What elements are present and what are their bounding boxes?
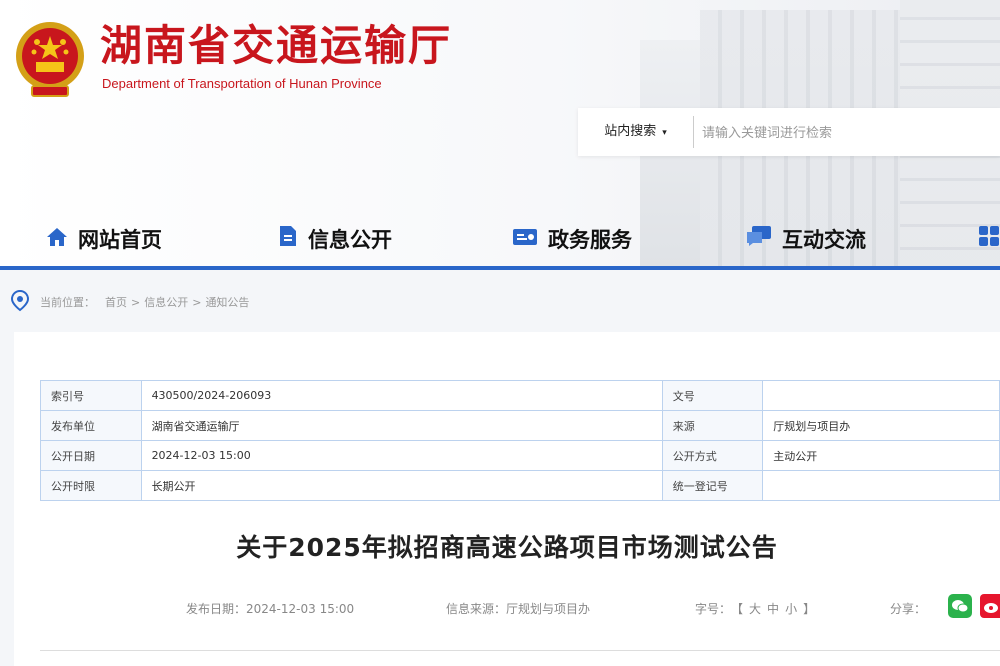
service-icon (512, 214, 538, 266)
table-row: 公开时限 长期公开 统一登记号 (40, 470, 1000, 501)
font-size-control: 字号： 【大中小】 (692, 600, 818, 617)
search-input[interactable] (700, 117, 994, 149)
nav-item-home[interactable]: 网站首页 (46, 212, 162, 268)
meta-value (762, 380, 1000, 411)
chat-icon (746, 214, 772, 266)
nav-item-info[interactable]: 信息公开 (278, 212, 392, 268)
chevron-down-icon: ▾ (662, 128, 667, 138)
wechat-share-icon[interactable] (948, 594, 972, 618)
table-row: 发布单位 湖南省交通运输厅 来源 厅规划与项目办 (40, 410, 1000, 441)
font-medium-button[interactable]: 中 (767, 602, 779, 616)
breadcrumb-separator: > (131, 295, 141, 309)
site-header: 湖南省交通运输厅 Department of Transportation of… (0, 0, 1000, 270)
publish-date-value: 2024-12-03 15:00 (246, 602, 355, 616)
table-row: 索引号 430500/2024-206093 文号 (40, 380, 1000, 411)
nav-item-more[interactable] (978, 212, 1000, 268)
main-nav: 网站首页 信息公开 政务服务 互动交流 (0, 212, 1000, 268)
font-large-button[interactable]: 大 (749, 602, 761, 616)
content-divider (40, 650, 1000, 651)
meta-key: 公开日期 (40, 440, 142, 471)
grid-icon (978, 214, 1000, 266)
nav-item-label: 信息公开 (308, 228, 392, 252)
meta-key: 公开时限 (40, 470, 142, 501)
search-scope-label: 站内搜索 (604, 124, 657, 139)
nav-item-service[interactable]: 政务服务 (512, 212, 632, 268)
national-emblem-icon[interactable] (12, 20, 88, 100)
nav-accent-bar (0, 266, 1000, 270)
meta-value: 长期公开 (140, 470, 663, 501)
meta-key: 来源 (661, 410, 764, 441)
breadcrumb-info[interactable]: 信息公开 (144, 294, 188, 310)
meta-value (762, 470, 1000, 501)
breadcrumb: 当前位置： 首页 > 信息公开 > 通知公告 (10, 288, 249, 316)
meta-table: 索引号 430500/2024-206093 文号 发布单位 湖南省交通运输厅 … (40, 380, 1000, 501)
meta-value: 湖南省交通运输厅 (140, 410, 663, 441)
site-title[interactable]: 湖南省交通运输厅 (100, 22, 452, 70)
search-scope-select[interactable]: 站内搜索 ▾ (578, 108, 693, 156)
nav-item-label: 互动交流 (782, 228, 866, 252)
publish-date: 发布日期：2024-12-03 15:00 (186, 600, 354, 617)
publish-date-label: 发布日期： (186, 602, 247, 616)
meta-value: 2024-12-03 15:00 (140, 440, 663, 471)
document-icon (278, 214, 298, 266)
breadcrumb-home[interactable]: 首页 (105, 294, 127, 310)
meta-key: 发布单位 (40, 410, 142, 441)
nav-item-label: 政务服务 (548, 228, 632, 252)
article-meta: 发布日期：2024-12-03 15:00 信息来源：厅规划与项目办 字号： 【大… (14, 596, 1000, 620)
table-row: 公开日期 2024-12-03 15:00 公开方式 主动公开 (40, 440, 1000, 471)
info-source-value: 厅规划与项目办 (506, 602, 591, 616)
bracket-close: 】 (803, 602, 816, 616)
meta-key: 统一登记号 (661, 470, 764, 501)
info-source-label: 信息来源： (446, 602, 507, 616)
nav-item-label: 网站首页 (78, 228, 162, 252)
search-box: 站内搜索 ▾ (578, 108, 1000, 156)
info-source: 信息来源：厅规划与项目办 (446, 600, 590, 617)
meta-key: 索引号 (40, 380, 142, 411)
meta-key: 公开方式 (661, 440, 764, 471)
bracket-open: 【 (737, 602, 744, 616)
meta-value: 主动公开 (762, 440, 1000, 471)
site-subtitle: Department of Transportation of Hunan Pr… (102, 76, 382, 91)
article-title: 关于2025年拟招商高速公路项目市场测试公告 (236, 533, 778, 562)
meta-key: 文号 (661, 380, 764, 411)
content-panel: 索引号 430500/2024-206093 文号 发布单位 湖南省交通运输厅 … (14, 332, 1000, 666)
location-pin-icon (10, 289, 30, 315)
nav-item-interact[interactable]: 互动交流 (746, 212, 866, 268)
divider (693, 116, 694, 148)
breadcrumb-notice[interactable]: 通知公告 (205, 294, 249, 310)
share-label: 分享： (890, 602, 927, 616)
meta-value: 430500/2024-206093 (140, 380, 663, 411)
font-small-button[interactable]: 小 (785, 602, 797, 616)
breadcrumb-separator: > (192, 295, 202, 309)
breadcrumb-prefix: 当前位置： (40, 296, 95, 309)
weibo-share-icon[interactable] (980, 594, 1000, 618)
meta-value: 厅规划与项目办 (762, 410, 1000, 441)
font-size-label: 字号： (695, 602, 732, 616)
home-icon (46, 214, 68, 266)
